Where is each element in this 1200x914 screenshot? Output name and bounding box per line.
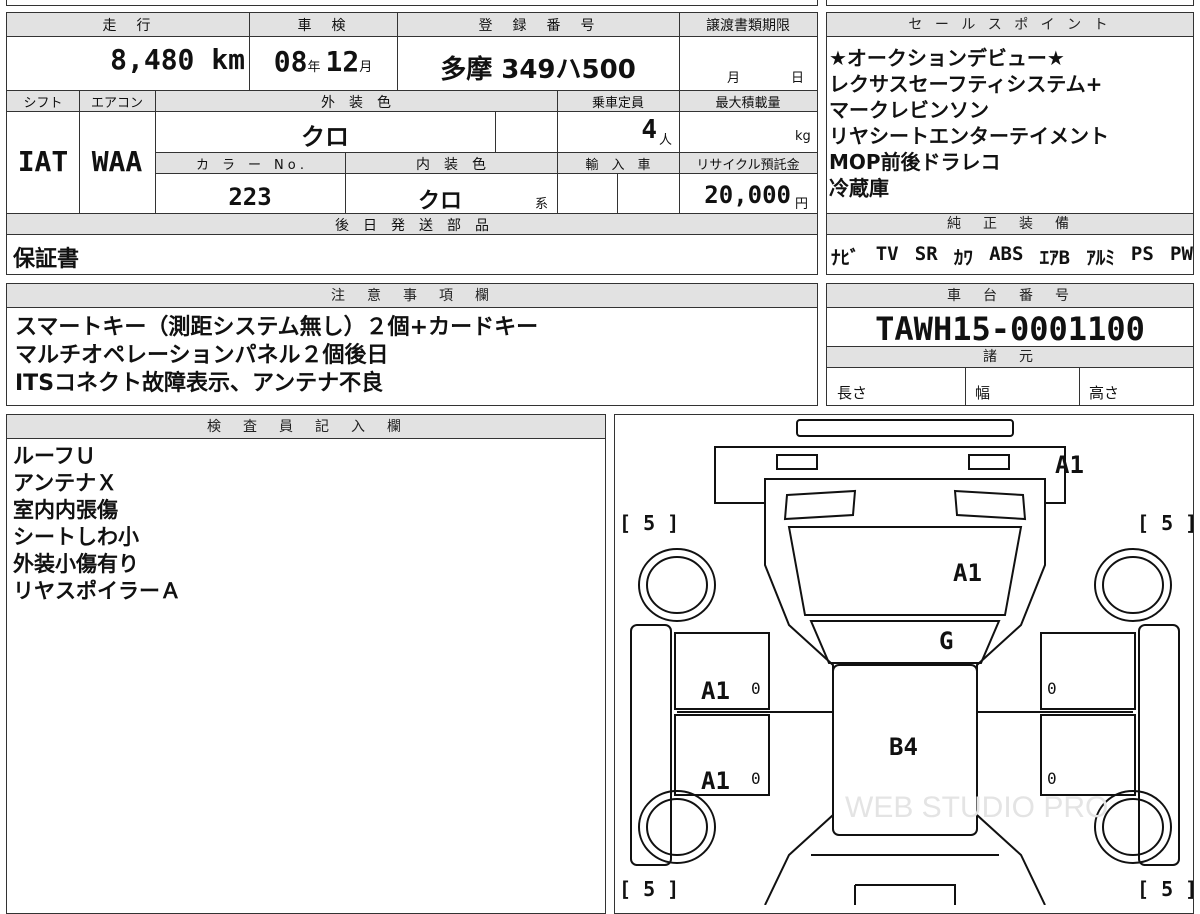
sales-point-line: ★オークションデビュー★ xyxy=(829,46,1065,70)
sales-points-list: ★オークションデビュー★ レクサスセーフティシステム+ マークレビンソン リヤシ… xyxy=(829,45,1109,201)
inspector-line: 室内内張傷 xyxy=(13,498,118,522)
interior-color-value: クロ xyxy=(417,189,462,214)
sales-points-header: セ ー ル ス ポ イ ン ト xyxy=(827,13,1193,37)
ac-value: WAA xyxy=(91,145,143,178)
note-line: ITSコネクト故障表示、アンテナ不良 xyxy=(15,371,384,396)
sales-point-line: 冷蔵庫 xyxy=(829,176,889,200)
sales-point-line: リヤシートエンターテイメント xyxy=(829,124,1109,148)
max-load-header: 最大積載量 xyxy=(715,96,781,111)
import-header: 輸 入 車 xyxy=(585,158,651,173)
tire-front-left: [ 5 ] xyxy=(619,511,680,535)
inspector-line: アンテナＸ xyxy=(13,471,118,495)
mark-left-front-door: A1 xyxy=(701,677,730,705)
spec-height: 高さ xyxy=(1089,384,1120,402)
mileage-header: 走 行 xyxy=(102,18,154,34)
notes-panel: 注 意 事 項 欄 スマートキー（測距システム無し）２個+カードキー マルチオペ… xyxy=(6,283,818,406)
tire-front-right: [ 5 ] xyxy=(1137,511,1198,535)
shift-header: シフト xyxy=(23,96,63,111)
chassis-panel: 車 台 番 号 TAWH15-0001100 諸 元 長さ 幅 高さ xyxy=(826,283,1194,406)
equipment-item: ｶﾜ xyxy=(953,247,973,269)
note-line: スマートキー（測距システム無し）２個+カードキー xyxy=(15,315,539,340)
chassis-header: 車 台 番 号 xyxy=(827,284,1193,308)
top-strip-right xyxy=(826,0,1194,6)
inspector-line: リヤスポイラーＡ xyxy=(13,579,181,603)
mark-hood: A1 xyxy=(953,559,982,587)
mark-windshield: G xyxy=(939,627,954,655)
color-no-value: 223 xyxy=(228,183,272,211)
later-parts-header: 後 日 発 送 部 品 xyxy=(335,218,489,234)
mark-roof: B4 xyxy=(889,733,918,761)
equipment-item: ｱﾙﾐ xyxy=(1086,247,1115,269)
sales-points-panel: セ ー ル ス ポ イ ン ト ★オークションデビュー★ レクサスセーフティシス… xyxy=(826,12,1194,275)
interior-color-header: 内 装 色 xyxy=(416,157,486,173)
mileage-cell: 8,480 km xyxy=(7,43,249,76)
spec-header: 諸 元 xyxy=(827,346,1193,368)
tire-rear-right: [ 5 ] xyxy=(1137,877,1198,901)
car-diagram-panel: WEB STUDIO PRO A1 A1 G B4 A1 A1 0 0 0 0 … xyxy=(614,414,1198,914)
notes-list: スマートキー（測距システム無し）２個+カードキー マルチオペレーションパネル２個… xyxy=(15,314,538,398)
watermark: WEB STUDIO PRO xyxy=(845,791,1108,824)
equipment-item: ｴｱB xyxy=(1039,247,1071,269)
equipment-item: SR xyxy=(914,243,938,265)
transfer-deadline-header: 譲渡書類期限 xyxy=(706,18,790,34)
mark-zero: 0 xyxy=(751,769,761,788)
mileage-value: 8,480 xyxy=(110,43,195,76)
color-no-header: カ ラ ー N o . xyxy=(195,158,305,173)
inspector-notes: ルーフＵ アンテナＸ 室内内張傷 シートしわ小 外装小傷有り リヤスポイラーＡ xyxy=(13,443,181,605)
recycle-header: リサイクル預託金 xyxy=(696,158,800,173)
later-parts-value: 保証書 xyxy=(13,247,80,272)
capacity-header: 乗車定員 xyxy=(591,96,644,111)
max-load-unit: kg xyxy=(795,129,811,144)
mark-front-bumper: A1 xyxy=(1055,451,1084,479)
inspector-line: 外装小傷有り xyxy=(13,552,139,576)
equipment-item: PW xyxy=(1170,243,1193,265)
note-line: マルチオペレーションパネル２個後日 xyxy=(15,343,389,368)
exterior-color-header: 外 装 色 xyxy=(321,95,391,111)
shift-value: IAT xyxy=(17,145,69,178)
sales-point-line: マークレビンソン xyxy=(829,98,989,122)
tire-rear-left: [ 5 ] xyxy=(619,877,680,901)
equipment-list: ﾅﾋﾞ TV SR ｶﾜ ABS ｴｱB ｱﾙﾐ PS PW xyxy=(831,243,1193,270)
spec-length: 長さ xyxy=(837,384,868,402)
recycle-unit: 円 xyxy=(795,197,809,212)
transfer-day: 日 xyxy=(791,71,805,86)
inspector-panel: 検 査 員 記 入 欄 ルーフＵ アンテナＸ 室内内張傷 シートしわ小 外装小傷… xyxy=(6,414,606,914)
equipment-item: PS xyxy=(1130,243,1154,265)
capacity-value: 4 xyxy=(641,115,657,145)
inspection-year: 08 xyxy=(273,45,308,78)
inspection-cell: 08年 12月 xyxy=(249,45,397,78)
recycle-value: 20,000 xyxy=(704,181,791,209)
equipment-item: ABS xyxy=(989,243,1024,265)
chassis-number: TAWH15-0001100 xyxy=(875,310,1145,348)
mark-left-rear-door: A1 xyxy=(701,767,730,795)
inspector-line: ルーフＵ xyxy=(13,444,96,468)
registration-header: 登 録 番 号 xyxy=(478,18,598,34)
ac-header: エアコン xyxy=(90,96,143,111)
top-strip xyxy=(6,0,818,6)
sales-point-line: レクサスセーフティシステム+ xyxy=(829,72,1103,96)
registration-number: 多摩 349ハ500 xyxy=(440,55,636,85)
sales-point-line: MOP前後ドラレコ xyxy=(829,150,1001,174)
interior-color-suffix: 系 xyxy=(535,197,549,212)
equipment-header: 純 正 装 備 xyxy=(827,213,1193,235)
equipment-item: TV xyxy=(875,243,899,265)
basic-info-table: 走 行 車 検 登 録 番 号 譲渡書類期限 8,480 km 08年 12月 … xyxy=(6,12,818,275)
inspector-line: シートしわ小 xyxy=(13,525,139,549)
spec-width: 幅 xyxy=(975,384,991,402)
transfer-month: 月 xyxy=(727,71,741,86)
exterior-color-value: クロ xyxy=(301,123,349,151)
capacity-unit: 人 xyxy=(659,133,673,148)
inspection-header: 車 検 xyxy=(297,18,349,34)
mark-zero: 0 xyxy=(1047,679,1057,698)
mileage-unit: km xyxy=(211,43,245,76)
mark-zero: 0 xyxy=(1047,769,1057,788)
inspection-year-unit: 年 xyxy=(307,60,321,75)
car-diagram: WEB STUDIO PRO xyxy=(630,419,1180,905)
equipment-item: ﾅﾋﾞ xyxy=(831,247,860,269)
inspector-header: 検 査 員 記 入 欄 xyxy=(7,415,605,439)
notes-header: 注 意 事 項 欄 xyxy=(7,284,817,308)
inspection-month-unit: 月 xyxy=(359,60,373,75)
mark-zero: 0 xyxy=(751,679,761,698)
inspection-month: 12 xyxy=(325,45,360,78)
